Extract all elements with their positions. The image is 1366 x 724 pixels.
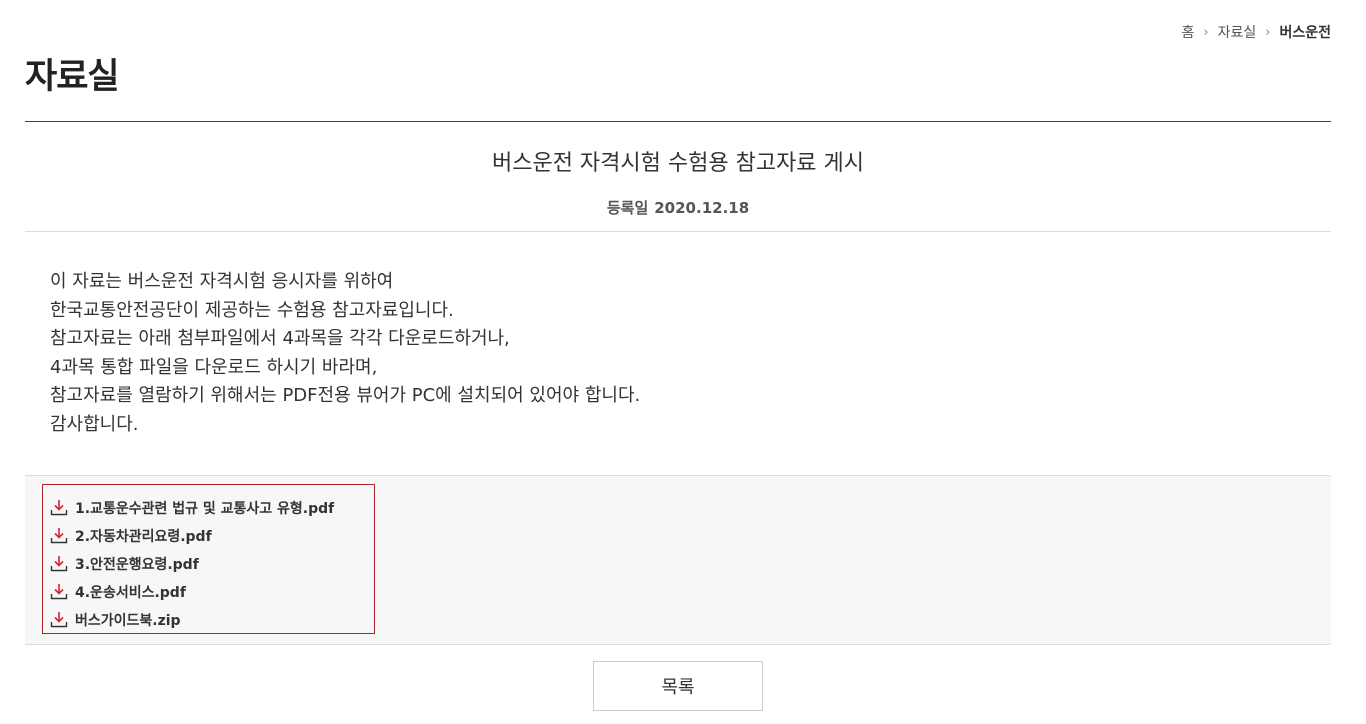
- list-button[interactable]: 목록: [593, 661, 763, 711]
- download-icon: [50, 612, 68, 628]
- attachment-link[interactable]: 4.운송서비스.pdf: [49, 578, 374, 606]
- post-body: 이 자료는 버스운전 자격시험 응시자를 위하여 한국교통안전공단이 제공하는 …: [50, 268, 1290, 439]
- post-body-line: 참고자료를 열람하기 위해서는 PDF전용 뷰어가 PC에 설치되어 있어야 합…: [50, 385, 641, 406]
- post-body-line: 이 자료는 버스운전 자격시험 응시자를 위하여: [50, 271, 394, 292]
- breadcrumb-home[interactable]: 홈: [1182, 22, 1195, 42]
- download-icon: [50, 584, 68, 600]
- chevron-right-icon: ›: [1203, 24, 1209, 40]
- post-date-value: 2020.12.18: [654, 199, 750, 217]
- meta-divider: [25, 231, 1331, 232]
- post-body-line: 한국교통안전공단이 제공하는 수험용 참고자료입니다.: [50, 299, 454, 321]
- breadcrumb: 홈 › 자료실 › 버스운전: [1182, 22, 1331, 42]
- post-body-line: 4과목 통합 파일을 다운로드 하시기 바라며,: [50, 356, 378, 378]
- attachment-link[interactable]: 2.자동차관리요령.pdf: [49, 522, 374, 550]
- download-icon: [50, 556, 68, 572]
- attachment-link[interactable]: 버스가이드북.zip: [49, 606, 374, 634]
- post-body-line: 참고자료는 아래 첨부파일에서 4과목을 각각 다운로드하거나,: [50, 328, 510, 349]
- post-date: 등록일 2020.12.18: [25, 197, 1331, 218]
- post-body-line: 감사합니다.: [50, 413, 139, 435]
- page-title: 자료실: [25, 57, 120, 97]
- attachment-link[interactable]: 3.안전운행요령.pdf: [49, 550, 374, 578]
- attachment-section: 1.교통운수관련 법규 및 교통사고 유형.pdf 2.자동차관리요령.pdf …: [25, 475, 1331, 645]
- attachment-name: 1.교통운수관련 법규 및 교통사고 유형.pdf: [75, 501, 335, 517]
- title-divider: [25, 121, 1331, 122]
- download-icon: [50, 528, 68, 544]
- attachment-name: 4.운송서비스.pdf: [75, 585, 186, 601]
- breadcrumb-section[interactable]: 자료실: [1218, 22, 1257, 42]
- attachment-name: 2.자동차관리요령.pdf: [75, 529, 212, 545]
- post-title: 버스운전 자격시험 수험용 참고자료 게시: [491, 151, 865, 176]
- attachment-name: 3.안전운행요령.pdf: [75, 557, 199, 573]
- chevron-right-icon: ›: [1265, 24, 1271, 40]
- attachment-list: 1.교통운수관련 법규 및 교통사고 유형.pdf 2.자동차관리요령.pdf …: [42, 484, 375, 634]
- post-date-label: 등록일: [606, 199, 649, 217]
- attachment-name: 버스가이드북.zip: [75, 613, 181, 629]
- download-icon: [50, 500, 68, 516]
- attachment-link[interactable]: 1.교통운수관련 법규 및 교통사고 유형.pdf: [49, 494, 374, 522]
- breadcrumb-current[interactable]: 버스운전: [1279, 22, 1331, 42]
